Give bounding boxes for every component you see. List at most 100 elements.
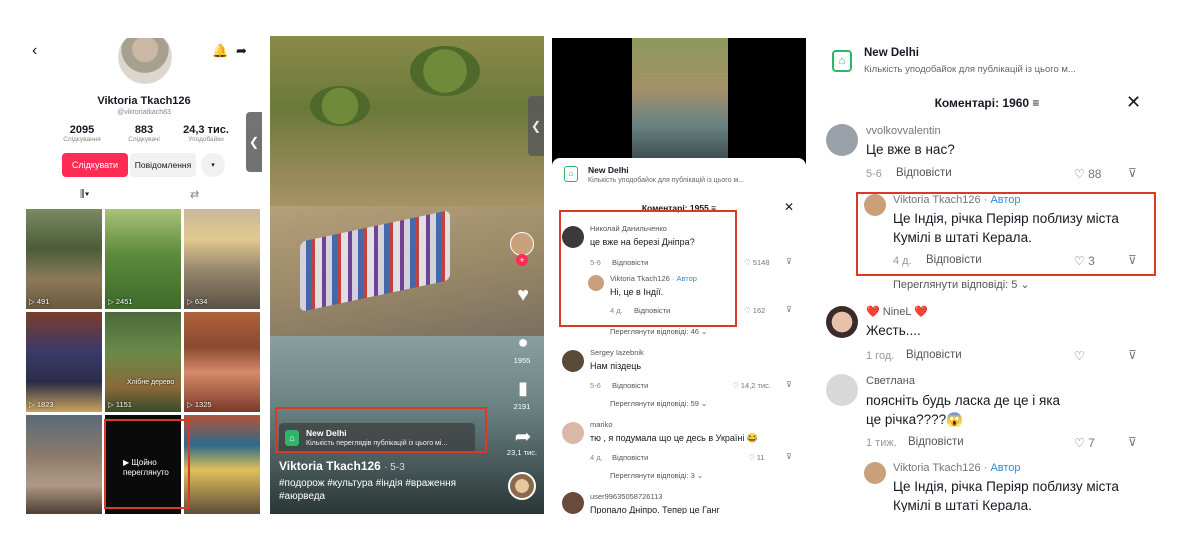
video-tile[interactable] [184, 415, 260, 514]
video-date: · 5-3 [384, 462, 405, 473]
profile-stats: 2095 Слідкування 883 Слідкувачі 24,3 тис. У… [54, 124, 234, 143]
tile-caption: Хлібне дерево [127, 379, 175, 386]
highlight-box [559, 210, 737, 327]
video-panel: + ♥ ● 1955 ▮ 2191 ➦ 23,1 тис. ⌂ New Delh… [270, 36, 544, 514]
stat-value: 24,3 тис. [183, 124, 229, 136]
comment-author[interactable]: Viktoria Tkach126 · Автор [893, 462, 1021, 474]
comment-author[interactable]: vvolkovvalentin [866, 125, 941, 137]
comment-date: 1 тиж. [866, 437, 897, 449]
comment-count: 1955 [513, 356, 531, 365]
video-tile[interactable] [26, 415, 102, 514]
reply-button[interactable]: Відповісти [908, 436, 964, 448]
close-icon[interactable]: ✕ [784, 200, 794, 214]
view-replies-button[interactable]: Переглянути відповіді: 3 ⌄ [610, 471, 703, 480]
view-replies-button[interactable]: Переглянути відповіді: 5 ⌄ [893, 278, 1030, 291]
dislike-icon[interactable]: ⊽ [786, 257, 792, 266]
video-tile[interactable]: ▷ 1823 [26, 312, 102, 412]
video-tile[interactable]: ▷ 2451 [105, 209, 181, 309]
like-button[interactable]: ♡ 7 [1074, 436, 1095, 450]
side-panel-tab[interactable]: ❮ [528, 96, 544, 156]
view-replies-button[interactable]: Переглянути відповіді: 59 ⌄ [610, 399, 707, 408]
stat-following[interactable]: 2095 Слідкування [54, 124, 110, 143]
video-tile[interactable]: Хлібне дерево ▷ 1151 [105, 312, 181, 412]
video-tile[interactable]: ▷ 491 [26, 209, 102, 309]
like-button[interactable]: ♡ 5148 [744, 258, 770, 267]
comment-author[interactable]: ❤️ NineL ❤️ [866, 305, 928, 318]
message-button[interactable]: Повідомлення [130, 153, 196, 177]
like-button[interactable]: ♡ [1074, 349, 1085, 363]
comment-text: Нам піздець [590, 361, 642, 371]
comment-icon[interactable]: ● [508, 332, 538, 353]
reply-button[interactable]: Відповісти [612, 381, 648, 390]
view-count: ▷ 491 [29, 297, 50, 306]
comment-author[interactable]: Светлана [866, 375, 915, 387]
side-panel-tab[interactable]: ❮ [246, 112, 262, 172]
stat-value: 2095 [69, 124, 95, 136]
dislike-icon[interactable]: ⊽ [786, 452, 792, 461]
author-tag: · Автор [983, 462, 1021, 474]
stat-label: Слідкувачі [128, 136, 160, 143]
comments-panel-large: ⌂ New Delhi Кількість уподобайок для пуб… [816, 36, 1158, 512]
stat-likes[interactable]: 24,3 тис. Уподобайки [178, 124, 234, 143]
avatar[interactable] [826, 306, 858, 338]
video-tile[interactable]: ▷ 1325 [184, 312, 260, 412]
close-icon[interactable]: ✕ [1126, 92, 1141, 113]
bell-icon[interactable]: 🔔 [212, 43, 228, 59]
share-count: 23,1 тис. [506, 448, 538, 457]
comments-header[interactable]: Коментарі: 1960 ≡ [816, 96, 1158, 110]
avatar[interactable] [826, 124, 858, 156]
reply-button[interactable]: Відповісти [906, 349, 962, 361]
dislike-icon[interactable]: ⊽ [1128, 166, 1137, 180]
avatar[interactable] [562, 422, 584, 444]
share-icon[interactable]: ➦ [236, 43, 247, 59]
dislike-icon[interactable]: ⊽ [1128, 435, 1137, 449]
video-tree [410, 46, 480, 96]
video-tile[interactable]: ▷ 634 [184, 209, 260, 309]
comment-text: Це вже в нас? [866, 142, 955, 157]
view-count: ▷ 2451 [108, 297, 133, 306]
comment-date: 5-6 [866, 168, 882, 180]
video-author-name: Viktoria Tkach126 [279, 459, 381, 473]
avatar[interactable] [562, 492, 584, 514]
stat-followers[interactable]: 883 Слідкувачі [116, 124, 172, 143]
profile-handle: @viktoriatkach83 [117, 109, 171, 116]
comment-date: 5-6 [590, 381, 601, 390]
profile-panel: ‹ 🔔 ➦ Viktoria Tkach126 @viktoriatkach83… [26, 38, 262, 514]
repost-tab[interactable]: ⇄ [190, 188, 199, 201]
comment-author[interactable]: mariko [590, 420, 613, 429]
location-title[interactable]: New Delhi [588, 165, 629, 175]
avatar[interactable] [864, 462, 886, 484]
reply-button[interactable]: Відповісти [612, 453, 648, 462]
profile-avatar[interactable] [118, 38, 172, 84]
bookmark-icon[interactable]: ▮ [508, 378, 538, 399]
comment-author[interactable]: user99635058726113 [590, 492, 662, 501]
avatar[interactable] [562, 350, 584, 372]
follow-plus-icon[interactable]: + [516, 254, 528, 266]
comment-author[interactable]: Sergey Iazebnik [590, 348, 644, 357]
dislike-icon[interactable]: ⊽ [786, 380, 792, 389]
view-replies-button[interactable]: Переглянути відповіді: 46 ⌄ [610, 327, 707, 336]
video-hashtags[interactable]: #подорож #культура #індія #враження #аюр… [279, 477, 479, 503]
reply-button[interactable]: Відповісти [896, 167, 952, 179]
avatar[interactable] [826, 374, 858, 406]
view-count: ▷ 1325 [187, 400, 212, 409]
location-bar[interactable]: ⌂ New Delhi Кількість уподобайок для пуб… [816, 36, 1158, 86]
back-icon[interactable]: ‹ [32, 42, 37, 60]
like-icon[interactable]: ♥ [508, 284, 538, 307]
location-title: New Delhi [864, 47, 919, 59]
follow-button[interactable]: Слідкувати [62, 153, 128, 177]
dislike-icon[interactable]: ⊽ [786, 305, 792, 314]
like-button[interactable]: ♡ 14,2 тис. [732, 381, 771, 390]
like-button[interactable]: ♡ 88 [1074, 167, 1101, 181]
videos-grid-tab[interactable]: ⫼▾ [80, 189, 89, 200]
share-icon[interactable]: ➦ [508, 424, 538, 449]
like-button[interactable]: ♡ 11 [748, 453, 765, 462]
creator-avatar[interactable] [510, 232, 534, 256]
video-author[interactable]: Viktoria Tkach126 · 5-3 [279, 459, 405, 473]
more-options-button[interactable]: ▾ [201, 153, 225, 177]
video-thumbnail [632, 38, 728, 162]
sound-disc-avatar[interactable] [508, 472, 536, 500]
dislike-icon[interactable]: ⊽ [1128, 348, 1137, 362]
like-button[interactable]: ♡ 162 [744, 306, 765, 315]
comments-sheet: ⌂ New Delhi Кількість уподобайок для пуб… [552, 158, 806, 514]
